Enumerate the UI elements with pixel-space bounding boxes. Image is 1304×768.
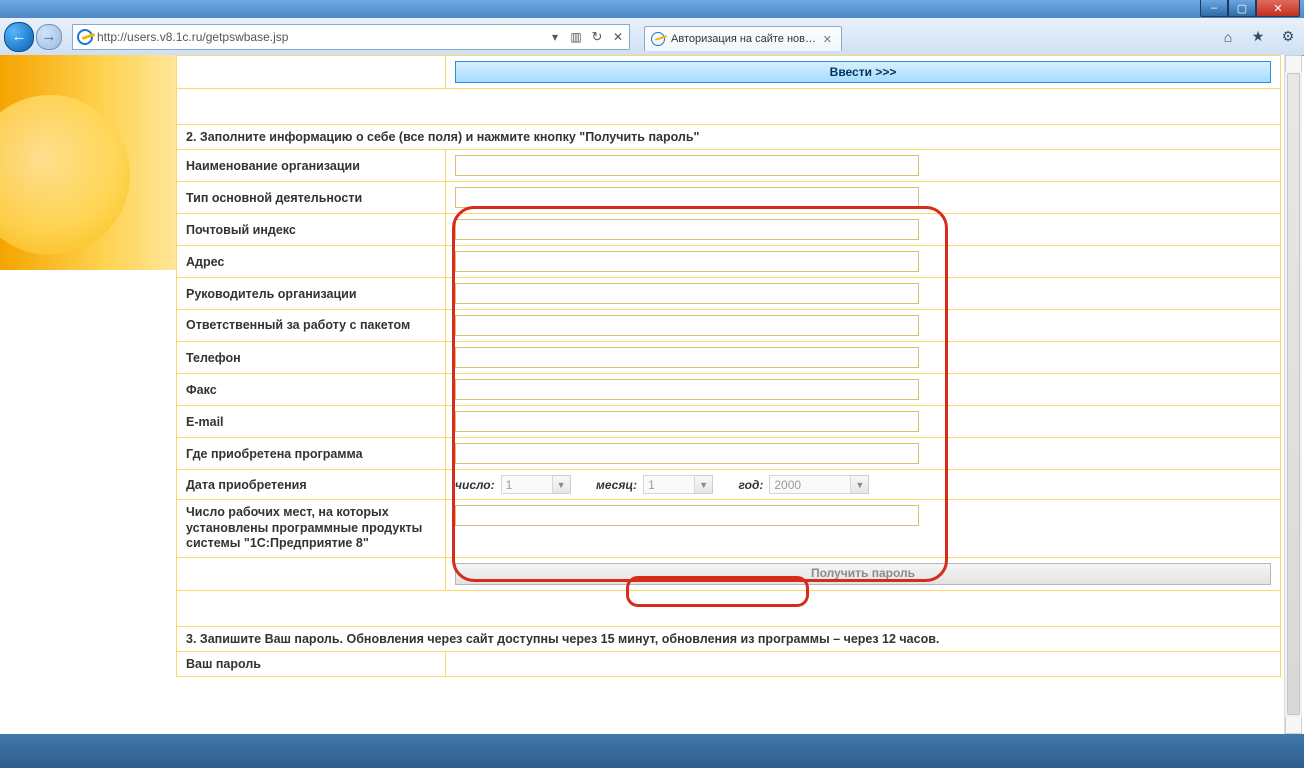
empty-label-cell [177,56,446,89]
input-email[interactable] [455,411,919,432]
settings-gear-icon[interactable]: ⚙ [1280,29,1296,45]
stop-icon[interactable]: ✕ [611,30,625,44]
date-row: число: 1 ▼ месяц: 1 ▼ год: 2000 ▼ [446,470,1281,500]
address-bar-tools: ▾ ▥ ↻ ✕ [548,29,629,45]
addressbar-dropdown-icon[interactable]: ▾ [548,30,562,44]
label-fax: Факс [177,374,446,406]
label-month: месяц: [596,478,637,492]
scrollbar-down-button[interactable] [1285,717,1302,734]
tab-active[interactable]: Авторизация на сайте нов… ✕ [644,26,842,51]
empty-label-cell [177,557,446,590]
label-head: Руководитель организации [177,278,446,310]
label-email: E-mail [177,406,446,438]
label-responsible: Ответственный за работу с пакетом [177,310,446,342]
window-close-button[interactable]: ✕ [1256,0,1300,17]
chevron-down-icon[interactable]: ▼ [553,475,571,494]
window-titlebar: – ▢ ✕ [0,0,1304,18]
get-password-label: Получить пароль [803,565,923,581]
input-seats[interactable] [455,505,919,526]
tab-strip: Авторизация на сайте нов… ✕ [644,22,842,51]
label-day: число: [455,478,495,492]
label-phone: Телефон [177,342,446,374]
browser-chrome: – ▢ ✕ ← → http://users.v8.1c.ru/getpswba… [0,0,1304,55]
input-zip[interactable] [455,219,919,240]
tab-close-icon[interactable]: ✕ [820,33,835,46]
input-bought-where[interactable] [455,443,919,464]
window-minimize-button[interactable]: – [1200,0,1228,17]
taskbar [0,734,1304,768]
input-phone[interactable] [455,347,919,368]
input-head[interactable] [455,283,919,304]
input-address[interactable] [455,251,919,272]
scrollbar-up-button[interactable] [1285,55,1302,72]
select-year[interactable]: 2000 [769,475,851,494]
address-bar-text: http://users.v8.1c.ru/getpswbase.jsp [97,30,548,44]
ie-icon [651,32,665,46]
enter-button-cell: Ввести >>> [446,56,1281,89]
enter-button[interactable]: Ввести >>> [455,61,1271,83]
main-content: Ввести >>> 2. Заполните информацию о себ… [176,55,1281,677]
vertical-scrollbar[interactable] [1284,55,1302,734]
input-fax[interactable] [455,379,919,400]
label-seats: Число рабочих мест, на которых установле… [177,500,446,558]
label-org: Наименование организации [177,150,446,182]
label-year: год: [739,478,764,492]
home-icon[interactable]: ⌂ [1220,29,1236,45]
tab-title: Авторизация на сайте нов… [671,33,820,45]
your-password-cell [446,651,1281,676]
favorites-icon[interactable]: ★ [1250,29,1266,45]
left-decor-band [0,55,178,270]
chevron-down-icon[interactable]: ▼ [851,475,869,494]
label-zip: Почтовый индекс [177,214,446,246]
browser-toolbar: ← → http://users.v8.1c.ru/getpswbase.jsp… [0,18,1304,56]
label-address: Адрес [177,246,446,278]
input-activity[interactable] [455,187,919,208]
label-activity: Тип основной деятельности [177,182,446,214]
ie-icon [77,29,93,45]
select-month[interactable]: 1 [643,475,695,494]
page-viewport: Ввести >>> 2. Заполните информацию о себ… [0,55,1302,734]
forward-button[interactable]: → [36,24,62,50]
browser-right-tools: ⌂ ★ ⚙ [1220,29,1296,45]
scrollbar-thumb[interactable] [1287,73,1300,715]
section3-heading: 3. Запишите Ваш пароль. Обновления через… [177,626,1281,651]
chevron-down-icon[interactable]: ▼ [695,475,713,494]
input-org[interactable] [455,155,919,176]
window-maximize-button[interactable]: ▢ [1228,0,1256,17]
compat-view-icon[interactable]: ▥ [569,30,583,44]
label-bought-where: Где приобретена программа [177,438,446,470]
get-password-button[interactable]: Получить пароль [455,563,1271,585]
section2-heading: 2. Заполните информацию о себе (все поля… [177,125,1281,150]
label-your-password: Ваш пароль [177,651,446,676]
input-responsible[interactable] [455,315,919,336]
select-day[interactable]: 1 [501,475,553,494]
label-purchase-date: Дата приобретения [177,470,446,500]
back-button[interactable]: ← [4,22,34,52]
address-bar[interactable]: http://users.v8.1c.ru/getpswbase.jsp ▾ ▥… [72,24,630,50]
refresh-icon[interactable]: ↻ [590,29,604,45]
